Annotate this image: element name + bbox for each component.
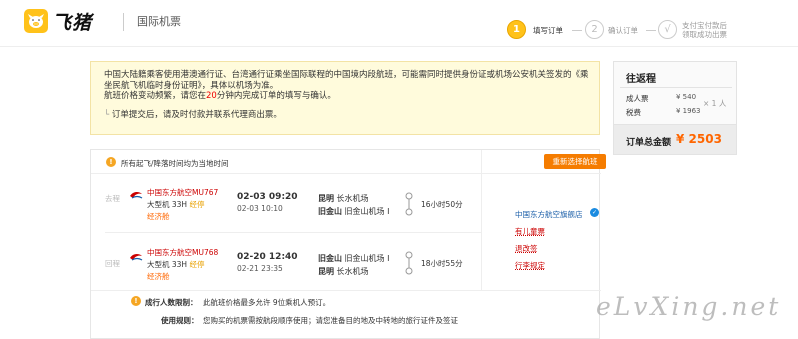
restriction-text: 此航班价格最多允许 9位乘机人预订。	[203, 298, 331, 307]
china-eastern-logo-icon	[130, 191, 143, 199]
departure-city: 旧金山	[318, 254, 342, 263]
route-icon	[405, 192, 413, 216]
passenger-count: × 1 人	[703, 99, 727, 108]
flight-header: ! 所有起飞/降落时间均为当地时间	[91, 150, 601, 174]
flight-duration: 18小时55分	[421, 259, 463, 268]
column-divider	[481, 150, 482, 290]
summary-divider	[620, 87, 732, 88]
step-2-indicator: 2	[585, 20, 604, 39]
local-time-note: 所有起飞/降落时间均为当地时间	[121, 159, 229, 168]
flight-duration: 16小时50分	[421, 200, 463, 209]
arrival-city: 昆明	[318, 267, 334, 276]
step-1-indicator: 1	[507, 20, 526, 39]
outbound-tag: 去程	[105, 194, 120, 203]
stopover-link[interactable]: 经停	[189, 200, 204, 209]
leg-divider	[105, 232, 481, 233]
flight-number: 中国东方航空MU767	[147, 188, 219, 197]
usage-text: 您购买的机票需按航段顺序使用；请您准备目的地及中转地的旅行证件及签证	[203, 316, 458, 325]
stopover-link[interactable]: 经停	[189, 260, 204, 269]
info-icon: !	[106, 157, 116, 167]
header-divider	[123, 13, 124, 31]
departure-airport-name: 旧金山机场 I	[344, 254, 390, 263]
aircraft-type: 大型机 33H 经停	[147, 199, 204, 210]
departure-airport-name: 长水机场	[336, 194, 369, 203]
step-3-label: 支付宝付款后 领取成功出票	[682, 21, 727, 39]
trip-type: 往返程	[626, 74, 656, 85]
fliggy-logo[interactable]	[24, 9, 48, 33]
step-1-label: 填写订单	[533, 26, 563, 35]
pig-icon	[28, 14, 44, 28]
notice-text: 中国大陆籍乘客使用港澳通行证、台湾通行证乘坐国际联程的中国境内段航班，可能需同时…	[104, 70, 594, 102]
child-ticket-link[interactable]: 有儿童票	[515, 226, 545, 237]
step-3-indicator: √	[658, 20, 677, 39]
china-eastern-logo-icon	[130, 253, 143, 261]
cabin-class: 经济舱	[147, 212, 170, 221]
step-connector	[646, 30, 656, 31]
aircraft-type: 大型机 33H 经停	[147, 259, 204, 270]
verified-badge-icon: ✓	[590, 208, 599, 217]
watermark: eLvXing.net	[596, 292, 782, 321]
departure-time: 02-20 12:40	[237, 252, 298, 262]
airline-store-link[interactable]: 中国东方航空旗舰店	[515, 209, 583, 220]
header-rule	[0, 46, 798, 47]
arrival-airport: 昆明 长水机场	[318, 266, 369, 277]
order-total: 订单总金额 ¥ 2503	[613, 124, 737, 155]
page-header: 飞猪 国际机票 1 填写订单 2 确认订单 √ 支付宝付款后 领取成功出票	[0, 0, 798, 46]
departure-city: 昆明	[318, 194, 334, 203]
flight-number: 中国东方航空MU768	[147, 248, 219, 257]
departure-airport: 昆明 长水机场	[318, 193, 369, 204]
order-total-label: 订单总金额	[626, 138, 672, 148]
refund-change-link[interactable]: 退改签	[515, 243, 538, 254]
reselect-flight-button[interactable]: 重新选择航班	[544, 154, 606, 169]
tax-value: ¥ 1963	[676, 107, 701, 115]
notice-payment-text: 订单提交后，请及时付款并联系代理商出票。	[111, 110, 282, 120]
departure-airport: 旧金山 旧金山机场 I	[318, 253, 389, 264]
rules-divider	[91, 290, 601, 291]
baggage-rules-link[interactable]: 行李规定	[515, 260, 545, 271]
arrival-airport-name: 长水机场	[336, 267, 369, 276]
step-connector	[572, 30, 582, 31]
route-icon	[405, 251, 413, 275]
usage-label: 使用规则：	[161, 316, 199, 325]
flight-details: ! 所有起飞/降落时间均为当地时间 重新选择航班 去程 中国东方航空MU767 …	[90, 149, 606, 339]
adult-fare-value: ¥ 540	[676, 93, 697, 101]
departure-time: 02-03 09:20	[237, 192, 298, 202]
restriction-label: 成行人数限制：	[145, 298, 198, 307]
notice-box: 中国大陆籍乘客使用港澳通行证、台湾通行证乘坐国际联程的中国境内段航班，可能需同时…	[90, 61, 600, 135]
warning-icon: !	[131, 296, 141, 306]
aircraft-model: 大型机 33H	[147, 200, 188, 209]
notice-price-warning: 航班价格变动频繁，请您在	[104, 91, 207, 101]
arrival-city: 旧金山	[318, 207, 342, 216]
aircraft-model: 大型机 33H	[147, 260, 188, 269]
arrival-airport: 旧金山 旧金山机场 I	[318, 206, 389, 217]
notice-minutes: 20	[206, 91, 217, 101]
arrival-time: 02-03 10:10	[237, 204, 283, 213]
return-tag: 回程	[105, 259, 120, 268]
notice-price-warning-end: 分钟内完成订单的填写与确认。	[216, 91, 336, 101]
arrival-airport-name: 旧金山机场 I	[344, 207, 390, 216]
brand-name: 飞猪	[52, 12, 93, 34]
cabin-class: 经济舱	[147, 272, 170, 281]
adult-fare-label: 成人票	[626, 94, 649, 103]
page-title: 国际机票	[137, 15, 181, 28]
arrival-time: 02-21 23:35	[237, 264, 283, 273]
step-2-label: 确认订单	[608, 26, 638, 35]
notice-payment-tip: └ 订单提交后，请及时付款并联系代理商出票。	[104, 108, 282, 120]
order-total-price: ¥ 2503	[676, 132, 722, 146]
corner-arrow-icon: └	[104, 110, 112, 120]
tax-label: 税费	[626, 108, 641, 117]
notice-id-requirement: 中国大陆籍乘客使用港澳通行证、台湾通行证乘坐国际联程的中国境内段航班，可能需同时…	[104, 70, 589, 91]
